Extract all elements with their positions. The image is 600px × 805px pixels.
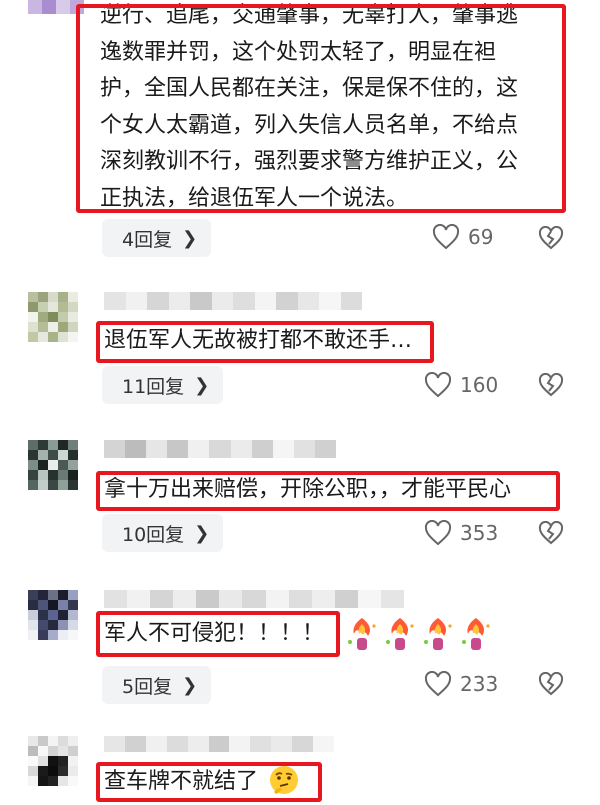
avatar[interactable] [28, 292, 78, 342]
username[interactable] [104, 292, 362, 310]
highlight-box [96, 321, 434, 363]
replies-label: 5回复 [122, 675, 173, 698]
avatar[interactable] [28, 590, 78, 640]
like-count: 69 [468, 225, 494, 249]
broken-heart-icon[interactable] [538, 672, 564, 696]
chevron-right-icon: ❯ [194, 374, 210, 396]
torch-fire-emoji [386, 618, 414, 650]
heart-outline-icon [432, 224, 460, 250]
replies-label: 10回复 [122, 523, 185, 546]
username[interactable] [104, 440, 336, 458]
like-count: 353 [460, 521, 499, 545]
torch-fire-emoji [462, 618, 490, 650]
highlight-box [96, 762, 322, 802]
heart-outline-icon [424, 372, 452, 398]
broken-heart-icon[interactable] [538, 373, 564, 397]
chevron-right-icon: ❯ [182, 674, 198, 696]
like-button[interactable]: 353 [424, 520, 498, 546]
replies-button[interactable]: 11回复 ❯ [102, 366, 224, 404]
replies-label: 4回复 [122, 228, 173, 251]
replies-button[interactable]: 10回复 ❯ [102, 514, 224, 552]
torch-fire-emoji [424, 618, 452, 650]
username[interactable] [104, 590, 404, 608]
heart-outline-icon [424, 520, 452, 546]
chevron-right-icon: ❯ [194, 522, 210, 544]
replies-button[interactable]: 4回复 ❯ [102, 219, 212, 257]
avatar[interactable] [28, 440, 78, 490]
like-button[interactable]: 160 [424, 372, 498, 398]
replies-label: 11回复 [122, 375, 185, 398]
replies-button[interactable]: 5回复 ❯ [102, 666, 212, 704]
chevron-right-icon: ❯ [182, 227, 198, 249]
torch-fire-emoji [348, 618, 376, 650]
highlight-box [96, 471, 560, 511]
highlight-box [76, 4, 566, 213]
highlight-box [96, 611, 340, 657]
like-count: 233 [460, 672, 499, 696]
like-button[interactable]: 69 [432, 224, 493, 250]
like-button[interactable]: 233 [424, 671, 498, 697]
broken-heart-icon[interactable] [538, 521, 564, 545]
avatar[interactable] [28, 736, 78, 786]
heart-outline-icon [424, 671, 452, 697]
like-count: 160 [460, 373, 499, 397]
username[interactable] [104, 736, 334, 752]
broken-heart-icon[interactable] [538, 226, 564, 250]
